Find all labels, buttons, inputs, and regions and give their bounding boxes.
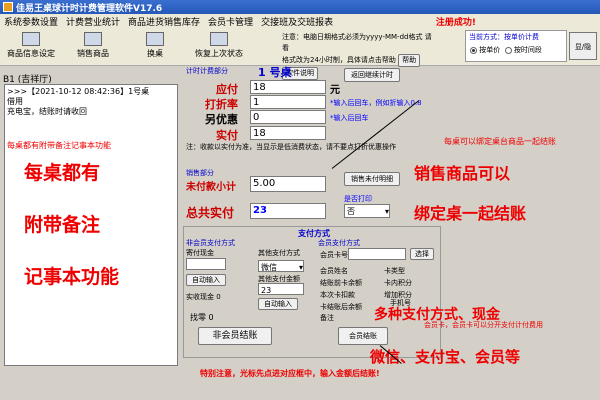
overlay-text-right-3: 绑定桌一起结账 xyxy=(414,204,527,223)
overlay-text-left-2: 附带备注 xyxy=(24,214,101,236)
other-pay-select[interactable]: 微信 ▾ xyxy=(258,260,304,272)
unpaid-subtotal-label: 未付款小计 xyxy=(186,182,236,193)
billing-note: 注：收款以实付为准，当显示是低消费状态，请不要点打折优惠操作 xyxy=(186,143,396,151)
billing-mode-label: 当前方式：按单价计费 xyxy=(469,33,539,41)
total-paid-label: 总共实付 xyxy=(186,206,235,220)
member-section-label: 会员支付方式 xyxy=(318,239,360,247)
restore-icon xyxy=(210,32,228,46)
per-unit-radio[interactable] xyxy=(470,46,477,54)
unpaid-subtotal-field[interactable]: 5.00 xyxy=(250,176,326,192)
sales-section-label: 销售部分 xyxy=(186,169,214,177)
extra-discount-hint: *输入后回车 xyxy=(330,114,369,122)
print-select[interactable]: 否 ▾ xyxy=(344,204,390,218)
card-no-label: 会员卡号 xyxy=(320,251,348,259)
bottom-warning: 特别注意，光标先点进对应框中，输入金额后结账! xyxy=(200,369,380,378)
memo-hint: 每桌都有附带备注记事本功能 xyxy=(7,141,111,150)
show-hide-button[interactable]: 显/隐 xyxy=(569,32,597,60)
cash-received: 实收现金 0 xyxy=(186,293,221,301)
overlay-text-right-1: 每桌可以绑定桌台商品一起结账 xyxy=(444,137,556,146)
overlay-text-left-3: 记事本功能 xyxy=(24,266,120,288)
cash-label: 寄付现金 xyxy=(186,249,214,257)
card-no-field[interactable] xyxy=(348,248,406,260)
discount-hint: *输入后回车，例如折输入0.8 xyxy=(330,99,422,107)
member-pay-hint: 会员卡，会员卡可以分开支付计付费用 xyxy=(424,321,543,329)
points-label: 卡内积分 xyxy=(384,279,412,287)
print-option-label: 是否打印 xyxy=(344,195,372,203)
arrow-sales-line xyxy=(331,100,419,169)
other-pay-label: 其他支付方式 xyxy=(258,249,300,257)
menu-bar: 系统参数设置 计费营业统计 商品进货销售库存 会员卡管理 交接班及交班报表 注册… xyxy=(0,14,600,28)
other-amount-field[interactable]: 23 xyxy=(258,283,304,295)
registered-status: 注册成功! xyxy=(435,17,476,28)
amount-due-label: 应付 xyxy=(216,83,238,96)
restore-button[interactable]: 恢复上次状态 xyxy=(192,32,246,62)
change-amount: 找零 0 xyxy=(190,313,214,322)
cart-icon xyxy=(84,32,102,46)
discount-label: 打折率 xyxy=(205,98,238,111)
extra-discount-label: 另优惠 xyxy=(205,113,238,126)
menu-billing[interactable]: 计费营业统计 xyxy=(62,15,124,28)
menu-system[interactable]: 系统参数设置 xyxy=(0,15,62,28)
deduct-label: 本次卡扣款 xyxy=(320,291,355,299)
swap-icon xyxy=(146,32,164,46)
overlay-text-right-2: 销售商品可以 xyxy=(414,164,511,183)
goods-icon xyxy=(22,32,40,46)
member-checkout-button[interactable]: 会员结账 xyxy=(338,327,388,345)
balance-label: 结账前卡余额 xyxy=(320,279,362,287)
card-type-label: 卡类型 xyxy=(384,267,405,275)
amount-due-field[interactable]: 18 xyxy=(250,80,326,94)
resume-timing-button[interactable]: 返回继续计时 xyxy=(344,68,400,82)
billing-mode-box: 当前方式：按单价计费 按单价 按时间段 xyxy=(465,30,567,62)
discount-field[interactable]: 1 xyxy=(250,95,326,109)
cash-field[interactable] xyxy=(186,258,226,270)
total-paid-field[interactable]: 23 xyxy=(250,203,326,219)
actual-paid-label: 实付 xyxy=(216,129,238,142)
after-balance-label: 卡结账后余额 xyxy=(320,303,362,311)
select-member-button[interactable]: 选择 xyxy=(410,248,434,260)
help-button[interactable]: 帮助 xyxy=(398,54,421,67)
member-name-label: 会员姓名 xyxy=(320,267,348,275)
other-auto-button[interactable]: 自动输入 xyxy=(258,298,298,310)
nonmember-section-label: 非会员支付方式 xyxy=(186,239,235,247)
menu-shift[interactable]: 交接班及交班报表 xyxy=(257,15,337,28)
unpaid-detail-button[interactable]: 销售未付明细 xyxy=(344,172,400,186)
nonmember-checkout-button[interactable]: 非会员结账 xyxy=(198,327,272,345)
sell-goods-button[interactable]: 销售商品 xyxy=(66,32,120,62)
window-title: 佳易王桌球计时计费管理软件V17.6 xyxy=(16,3,163,14)
menu-goods[interactable]: 商品进货销售库存 xyxy=(124,15,204,28)
overlay-text-left-1: 每桌都有 xyxy=(24,162,101,184)
table-number: 1 号桌 xyxy=(258,66,292,79)
remark-label: 备注 xyxy=(320,314,334,322)
change-table-button[interactable]: 换桌 xyxy=(128,32,182,62)
extra-discount-field[interactable]: 0 xyxy=(250,110,326,124)
goods-info-button[interactable]: 商品信息设定 xyxy=(4,32,58,62)
time-period-radio[interactable] xyxy=(504,46,512,54)
title-bar: 佳易王桌球计时计费管理软件V17.6 xyxy=(0,0,600,14)
menu-member[interactable]: 会员卡管理 xyxy=(204,15,257,28)
cash-auto-button[interactable]: 自动输入 xyxy=(186,274,226,286)
app-icon xyxy=(3,2,13,12)
billing-section-label: 计时计费部分 xyxy=(186,67,228,75)
actual-paid-field[interactable]: 18 xyxy=(250,126,326,140)
currency-unit: 元 xyxy=(330,85,340,96)
